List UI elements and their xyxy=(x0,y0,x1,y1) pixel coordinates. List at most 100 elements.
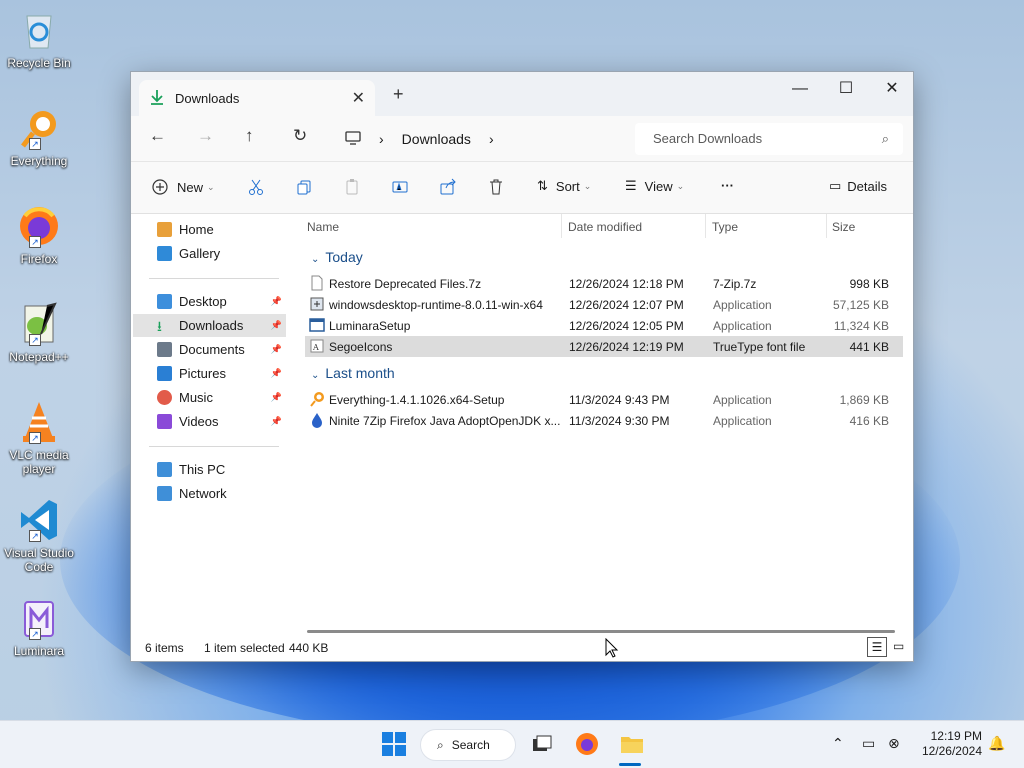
tiles-view-icon[interactable]: ▭ xyxy=(893,639,904,653)
sidebar-item-documents[interactable]: Documents 📌 xyxy=(133,338,286,361)
desktop-icon-luminara[interactable]: ↗ Luminara xyxy=(2,596,76,658)
delete-icon[interactable] xyxy=(487,178,505,196)
file-date: 12/26/2024 12:07 PM xyxy=(569,298,684,312)
close-tab-icon[interactable]: ✕ xyxy=(352,88,365,108)
details-view-icon[interactable]: ☰ xyxy=(867,637,887,657)
taskbar-file-explorer-icon[interactable] xyxy=(619,731,645,757)
sidebar-item-pictures[interactable]: Pictures 📌 xyxy=(133,362,286,385)
file-size: 998 KB xyxy=(849,277,889,291)
network-status-icon[interactable]: ▭ xyxy=(862,735,875,752)
paste-icon[interactable] xyxy=(343,178,361,196)
breadcrumb-item[interactable]: Downloads xyxy=(402,131,471,147)
documents-icon xyxy=(157,342,172,357)
desktop-icon-vscode[interactable]: ↗ Visual Studio Code xyxy=(2,498,76,574)
firefox-icon: ↗ xyxy=(17,204,61,248)
notepadpp-icon: ↗ xyxy=(17,302,61,346)
file-type: Application xyxy=(713,414,772,428)
forward-arrow-icon[interactable]: → xyxy=(197,126,214,146)
new-tab-button[interactable]: + xyxy=(393,84,404,105)
table-row-selected[interactable]: A SegoeIcons 12/26/2024 12:19 PM TrueTyp… xyxy=(305,336,903,357)
view-button[interactable]: ☰ View ⌄ xyxy=(625,178,684,194)
pin-icon: 📌 xyxy=(270,344,282,354)
desktop-icon-firefox[interactable]: ↗ Firefox xyxy=(2,204,76,266)
desktop-icon-notepadpp[interactable]: ↗ Notepad++ xyxy=(2,302,76,364)
sidebar-item-label: Network xyxy=(179,486,227,501)
chevron-up-icon[interactable]: ⌃ xyxy=(832,735,844,752)
sidebar-item-downloads[interactable]: ⭳ Downloads 📌 xyxy=(133,314,286,337)
desktop-icon-recycle-bin[interactable]: Recycle Bin xyxy=(2,8,76,70)
sidebar-item-label: Music xyxy=(179,390,213,405)
maximize-button[interactable]: ☐ xyxy=(823,76,869,104)
chevron-down-icon: ⌄ xyxy=(311,370,320,381)
sidebar-item-network[interactable]: Network xyxy=(133,482,286,505)
file-size: 416 KB xyxy=(849,414,889,428)
table-row[interactable]: LuminaraSetup 12/26/2024 12:05 PM Applic… xyxy=(305,315,903,336)
desktop-icon-everything[interactable]: ↗ Everything xyxy=(2,106,76,168)
desktop-icon-label: Luminara xyxy=(13,644,65,658)
shortcut-arrow-icon: ↗ xyxy=(29,628,41,640)
svg-text:A: A xyxy=(312,343,319,352)
group-header-today[interactable]: ⌄ Today xyxy=(311,249,363,265)
sidebar-item-home[interactable]: Home xyxy=(133,218,286,241)
table-row[interactable]: Everything-1.4.1.1026.x64-Setup 11/3/202… xyxy=(305,389,903,410)
sidebar-item-label: Home xyxy=(179,222,214,237)
file-type: 7-Zip.7z xyxy=(713,277,757,291)
taskbar-firefox-icon[interactable] xyxy=(574,731,600,757)
plus-circle-icon xyxy=(152,179,168,195)
sidebar-item-label: Desktop xyxy=(179,294,227,309)
file-size: 441 KB xyxy=(849,340,889,354)
refresh-icon[interactable]: ↻ xyxy=(293,126,307,146)
more-options-button[interactable]: ··· xyxy=(721,178,734,193)
column-header-name[interactable]: Name xyxy=(307,220,339,234)
music-icon xyxy=(157,390,172,405)
sidebar-item-gallery[interactable]: Gallery xyxy=(133,242,286,265)
tab-label: Downloads xyxy=(175,90,240,106)
column-header-size[interactable]: Size xyxy=(832,220,855,234)
sort-button[interactable]: ⇅ Sort ⌄ xyxy=(537,178,591,194)
group-header-last-month[interactable]: ⌄ Last month xyxy=(311,365,395,381)
up-arrow-icon[interactable]: ↑ xyxy=(245,126,254,146)
minimize-button[interactable]: — xyxy=(777,76,823,104)
shortcut-arrow-icon: ↗ xyxy=(29,138,41,150)
column-header-type[interactable]: Type xyxy=(712,220,738,234)
chevron-right-icon: › xyxy=(488,131,494,147)
share-icon[interactable] xyxy=(439,178,457,196)
tab-downloads[interactable]: Downloads ✕ xyxy=(139,80,375,116)
task-view-icon[interactable] xyxy=(529,731,555,757)
details-button[interactable]: ▭ Details xyxy=(829,178,887,194)
table-row[interactable]: Restore Deprecated Files.7z 12/26/2024 1… xyxy=(305,273,903,294)
volume-muted-icon[interactable]: ⊗ xyxy=(888,735,900,752)
taskbar-search-label: Search xyxy=(451,738,490,752)
desktop-icon-label: VLC media player xyxy=(9,448,69,476)
sidebar-item-this-pc[interactable]: This PC xyxy=(133,458,286,481)
clock[interactable]: 12:19 PM 12/26/2024 xyxy=(918,729,982,759)
close-button[interactable]: ✕ xyxy=(869,76,915,104)
active-app-indicator xyxy=(619,763,641,766)
taskbar-search[interactable]: ⌕ Search xyxy=(420,729,516,761)
table-row[interactable]: windowsdesktop-runtime-8.0.11-win-x64 12… xyxy=(305,294,903,315)
column-header-date[interactable]: Date modified xyxy=(568,220,642,234)
rename-icon[interactable] xyxy=(391,178,409,196)
cut-icon[interactable] xyxy=(247,178,265,196)
pictures-icon xyxy=(157,366,172,381)
breadcrumb[interactable]: › Downloads › xyxy=(331,123,625,155)
selection-size: 440 KB xyxy=(289,641,329,655)
selection-count: 1 item selected xyxy=(204,641,285,655)
search-input[interactable]: Search Downloads ⌕ xyxy=(635,123,903,155)
file-date: 11/3/2024 9:43 PM xyxy=(569,393,670,407)
file-date: 12/26/2024 12:18 PM xyxy=(569,277,684,291)
new-button[interactable]: New ⌄ xyxy=(151,178,215,196)
sidebar-item-music[interactable]: Music 📌 xyxy=(133,386,286,409)
sidebar-item-desktop[interactable]: Desktop 📌 xyxy=(133,290,286,313)
desktop-icon-vlc[interactable]: ↗ VLC media player xyxy=(2,400,76,476)
sidebar-item-videos[interactable]: Videos 📌 xyxy=(133,410,286,433)
copy-icon[interactable] xyxy=(295,178,313,196)
pin-icon: 📌 xyxy=(270,296,282,306)
taskbar: ⌕ Search ⌃ ▭ ⊗ 12:19 PM 12/26/2024 🔔 xyxy=(0,720,1024,768)
pin-icon: 📌 xyxy=(270,368,282,378)
notification-bell-icon[interactable]: 🔔 xyxy=(988,735,1005,752)
back-arrow-icon[interactable]: ← xyxy=(149,126,166,146)
table-row[interactable]: Ninite 7Zip Firefox Java AdoptOpenJDK x.… xyxy=(305,410,903,431)
vscode-icon: ↗ xyxy=(17,498,61,542)
start-button[interactable] xyxy=(381,731,407,757)
